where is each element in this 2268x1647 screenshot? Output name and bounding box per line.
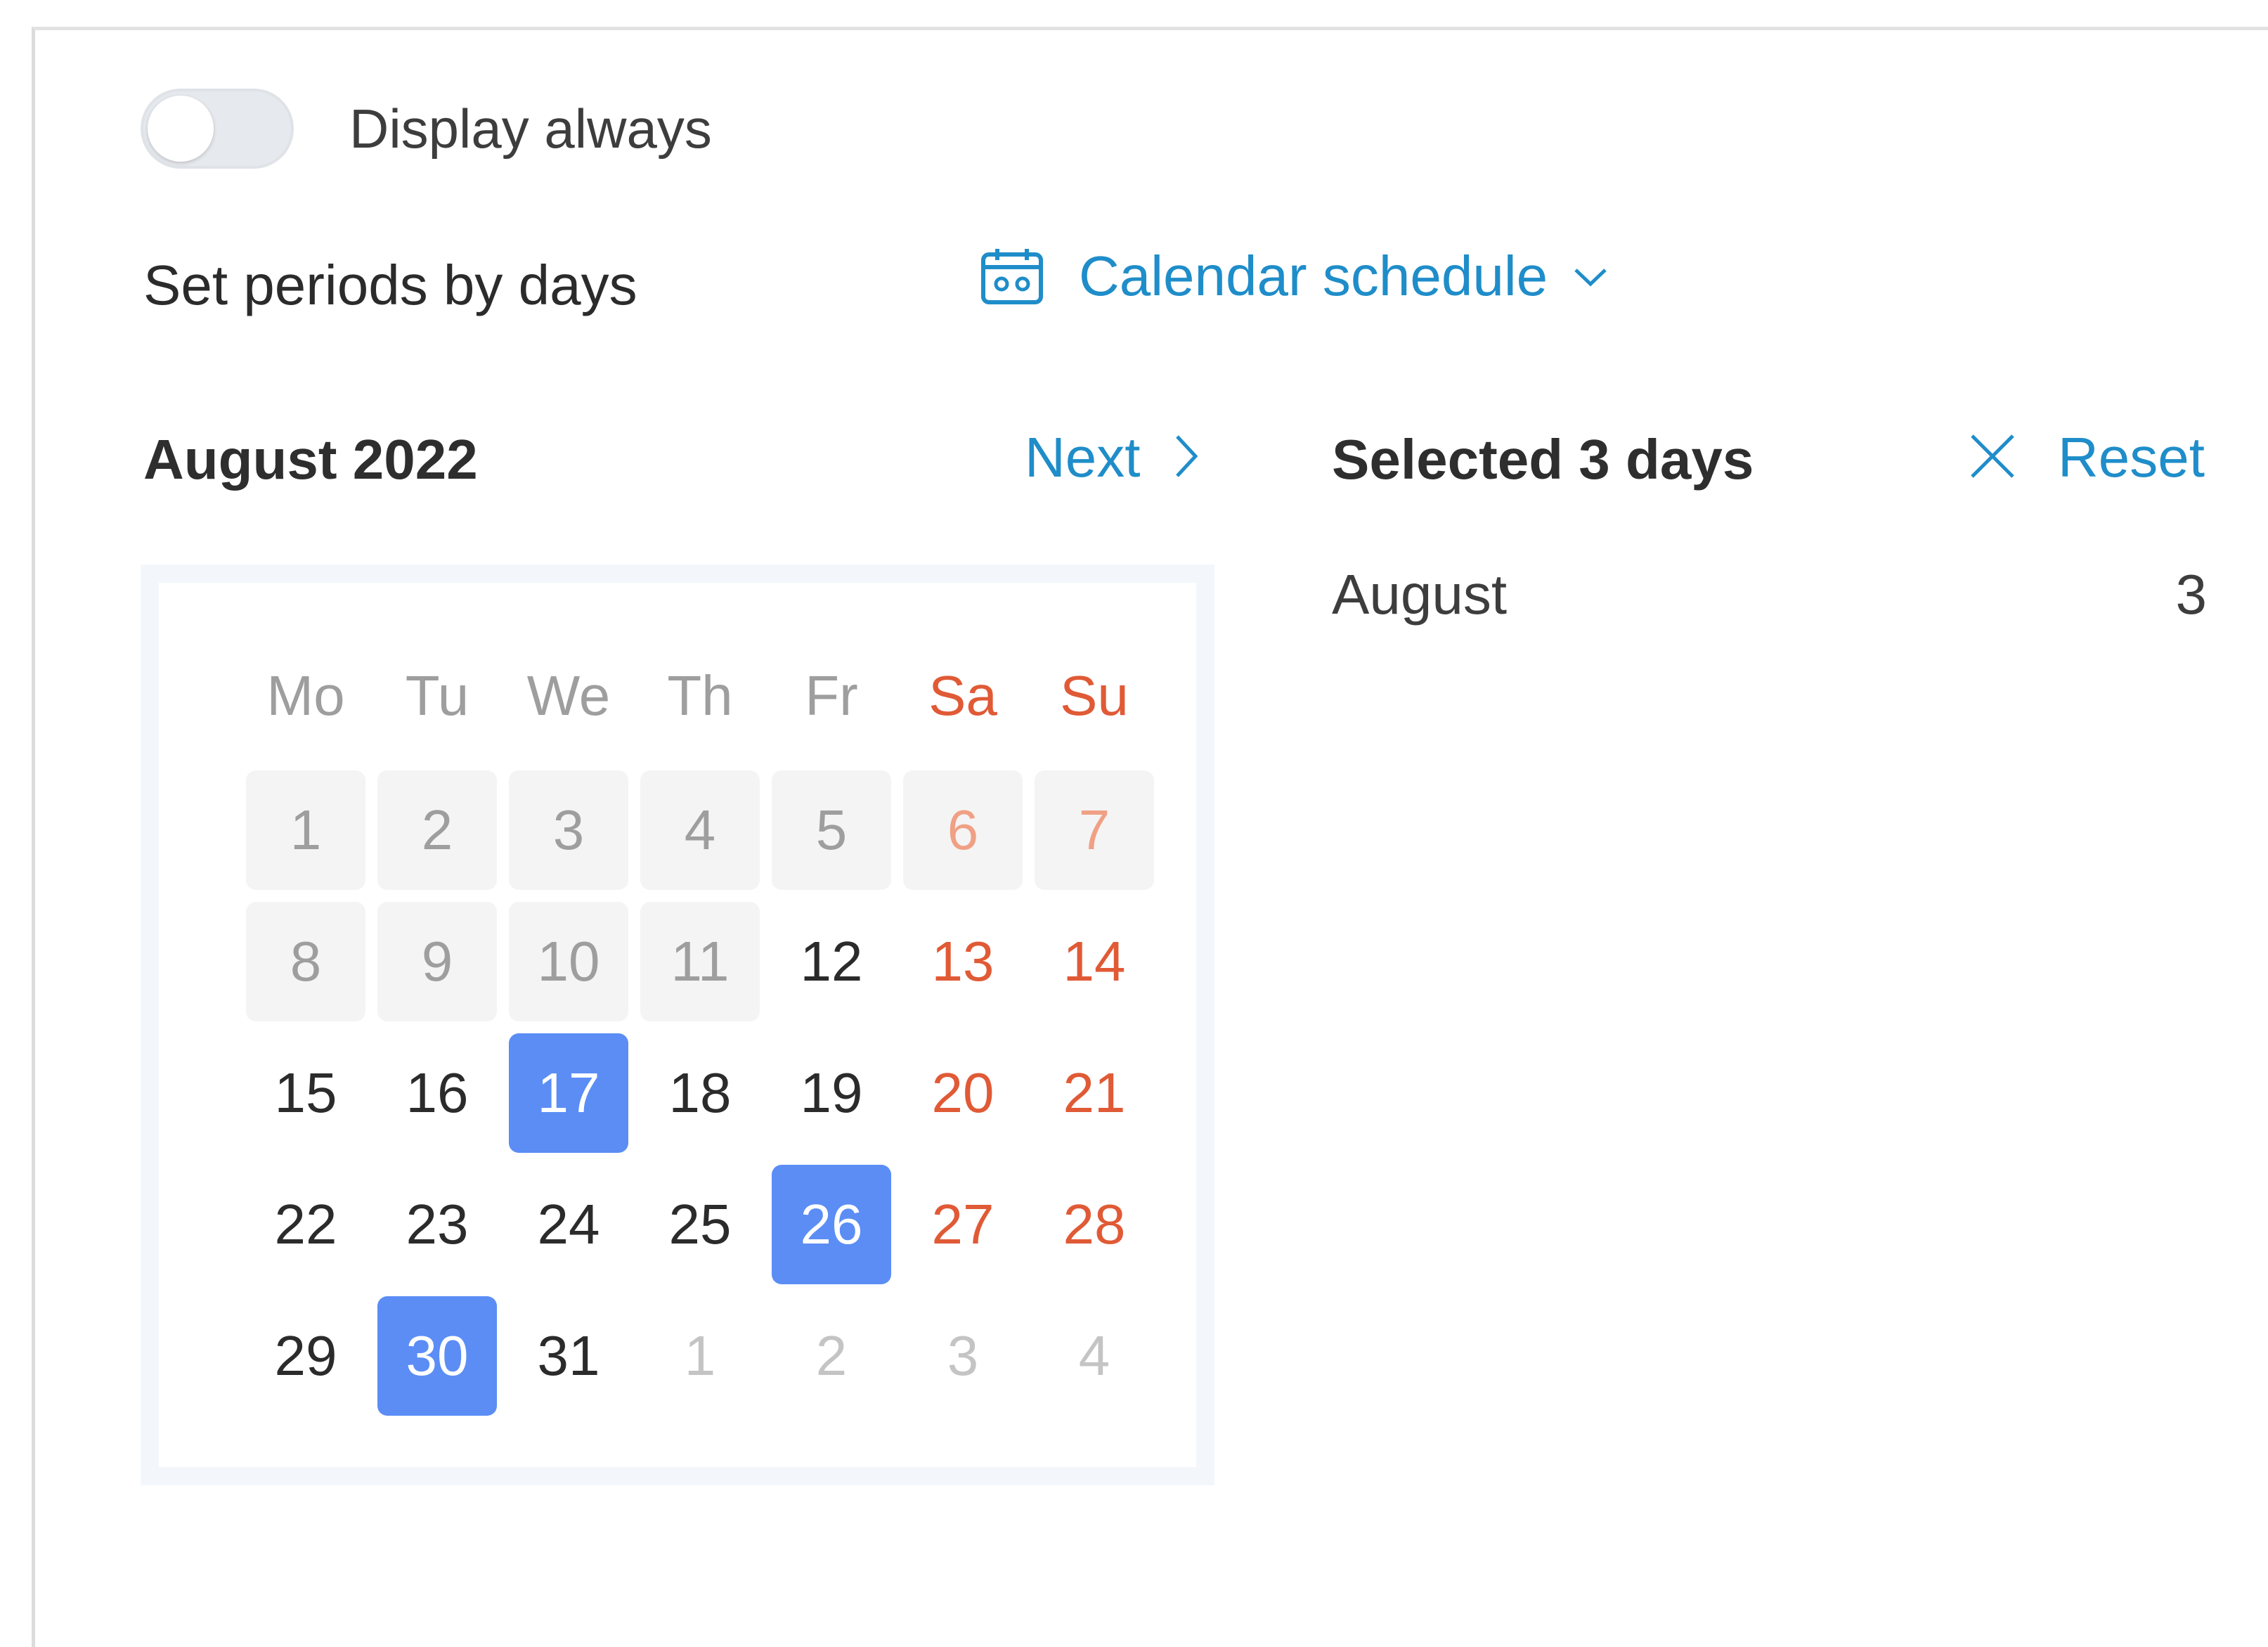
schedule-type-label: Calendar schedule <box>1079 245 1548 307</box>
weekday-header: Tu <box>405 664 469 727</box>
calendar-day[interactable]: 21 <box>1035 1033 1154 1153</box>
reset-label: Reset <box>2058 426 2205 489</box>
calendar-day[interactable]: 12 <box>772 902 891 1021</box>
calendar-day[interactable]: 14 <box>1035 902 1154 1021</box>
display-always-label: Display always <box>349 98 712 160</box>
close-icon <box>1968 432 2017 484</box>
calendar-day[interactable]: 10 <box>509 902 628 1021</box>
reset-button[interactable]: Reset <box>1968 425 2205 490</box>
calendar-day: 4 <box>1078 1324 1110 1387</box>
next-label: Next <box>1025 426 1141 489</box>
calendar-day-selected[interactable]: 26 <box>772 1165 891 1284</box>
weekday-header: Mo <box>266 664 345 727</box>
calendar-day[interactable]: 4 <box>640 770 760 890</box>
calendar-day-selected[interactable]: 17 <box>509 1033 628 1153</box>
calendar-day: 2 <box>815 1324 848 1387</box>
calendar-day[interactable]: 22 <box>246 1165 365 1284</box>
weekday-header: We <box>526 664 611 727</box>
display-always-toggle[interactable] <box>141 89 294 169</box>
next-month-button[interactable]: Next <box>1025 425 1198 490</box>
weekday-header: Su <box>1060 664 1129 727</box>
calendar-day[interactable]: 24 <box>509 1165 628 1284</box>
calendar-day[interactable]: 5 <box>772 770 891 890</box>
month-title: August 2022 <box>143 428 478 491</box>
calendar-day[interactable]: 13 <box>903 902 1023 1021</box>
calendar-day[interactable]: 6 <box>903 770 1023 890</box>
summary-count: 3 <box>2175 563 2208 626</box>
calendar-day: 3 <box>947 1324 979 1387</box>
chevron-right-icon <box>1141 434 1198 482</box>
chevron-down-icon <box>1573 266 1608 287</box>
calendar-day[interactable]: 18 <box>640 1033 760 1153</box>
calendar-day[interactable]: 7 <box>1035 770 1154 890</box>
weekday-header: Sa <box>928 664 997 727</box>
calendar-day[interactable]: 11 <box>640 902 760 1021</box>
calendar-icon <box>980 247 1044 305</box>
weekday-header: Fr <box>805 664 858 727</box>
calendar-day-selected[interactable]: 30 <box>377 1296 497 1416</box>
calendar-day[interactable]: 29 <box>246 1296 365 1416</box>
set-periods-label: Set periods by days <box>143 254 637 316</box>
calendar-day[interactable]: 15 <box>246 1033 365 1153</box>
calendar-day[interactable]: 2 <box>377 770 497 890</box>
calendar-day[interactable]: 19 <box>772 1033 891 1153</box>
calendar-day[interactable]: 1 <box>246 770 365 890</box>
summary-month: August <box>1332 563 1508 626</box>
calendar-day[interactable]: 25 <box>640 1165 760 1284</box>
schedule-type-dropdown[interactable]: Calendar schedule <box>980 241 1608 311</box>
calendar-day: 1 <box>684 1324 716 1387</box>
toggle-knob[interactable] <box>148 96 214 162</box>
calendar-day[interactable]: 3 <box>509 770 628 890</box>
calendar-day[interactable]: 31 <box>509 1296 628 1416</box>
calendar-day[interactable]: 8 <box>246 902 365 1021</box>
calendar-day[interactable]: 27 <box>903 1165 1023 1284</box>
weekday-header: Th <box>667 664 733 727</box>
calendar-day[interactable]: 16 <box>377 1033 497 1153</box>
calendar-day[interactable]: 28 <box>1035 1165 1154 1284</box>
calendar-day[interactable]: 9 <box>377 902 497 1021</box>
calendar-day[interactable]: 20 <box>903 1033 1023 1153</box>
selected-days-title: Selected 3 days <box>1332 428 1754 491</box>
calendar-day[interactable]: 23 <box>377 1165 497 1284</box>
